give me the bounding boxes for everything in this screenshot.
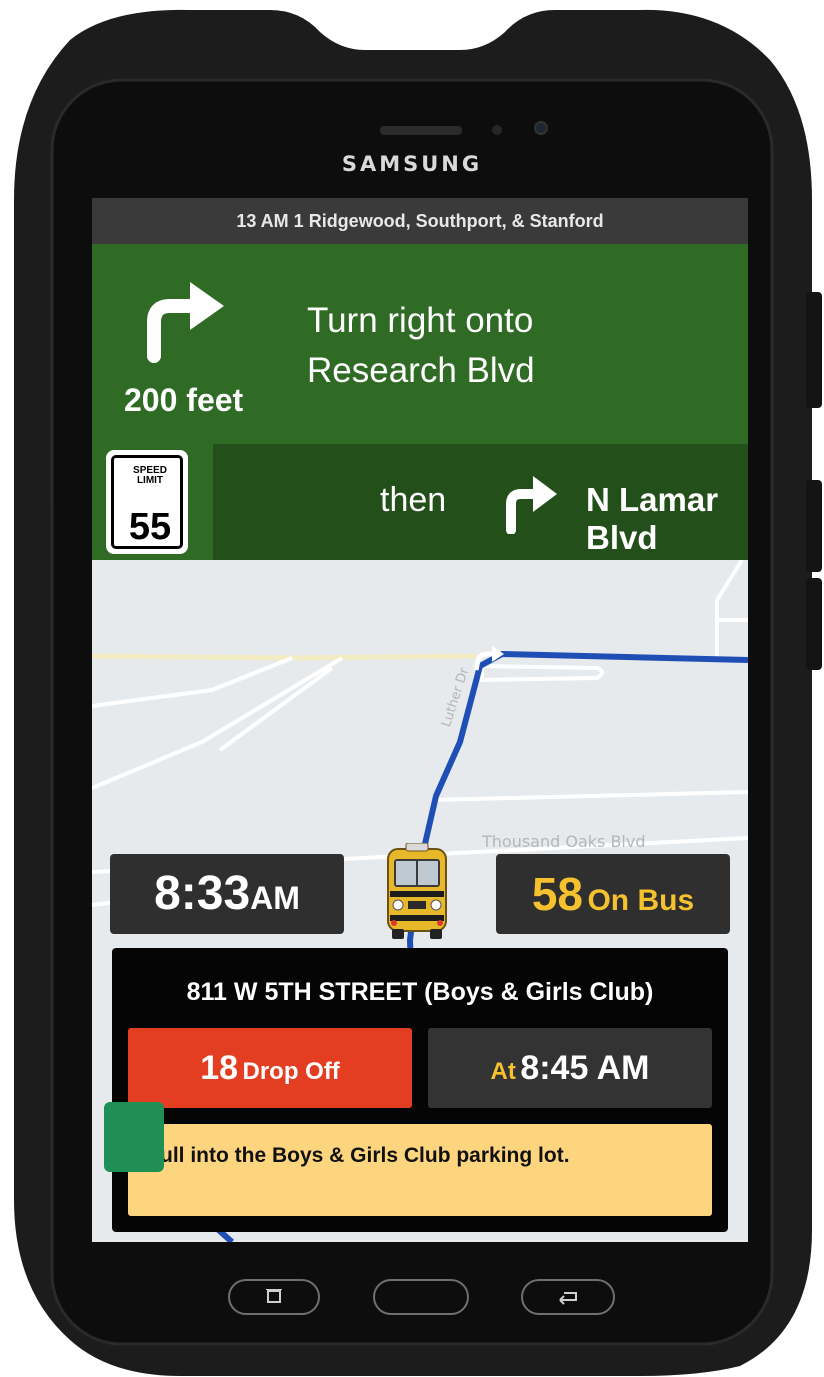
next-street-name: N Lamar Blvd — [586, 481, 719, 556]
back-icon — [559, 1292, 577, 1305]
recent-apps-icon — [266, 1289, 282, 1303]
speed-limit-sign: SPEED LIMIT 55 — [106, 450, 188, 554]
scheduled-time-badge: At 8:45 AM — [428, 1028, 712, 1108]
scheduled-time: 8:45 AM — [520, 1049, 650, 1087]
maneuver-distance: 200 feet — [124, 382, 244, 418]
home-button[interactable] — [373, 1279, 469, 1315]
side-action-tab[interactable] — [104, 1102, 164, 1172]
dropoff-badge[interactable]: 18 Drop Off — [128, 1028, 412, 1108]
stop-address: 811 W 5TH STREET (Boys & Girls Club) — [186, 978, 654, 1006]
stop-note: Pull into the Boys & Girls Club parking … — [128, 1124, 712, 1216]
street-label-thousand-oaks: Thousand Oaks Blvd — [482, 832, 646, 851]
turn-right-arrow-icon — [147, 282, 224, 363]
instruction-line-2: Research Blvd — [307, 351, 535, 390]
dropoff-count: 18 — [200, 1049, 239, 1087]
speed-limit-label-2: LIMIT — [136, 475, 164, 486]
next-maneuver-bar: then N Lamar Blvd — [213, 444, 748, 560]
next-maneuver-panel: SPEED LIMIT 55 then N Lamar Blvd — [92, 444, 748, 560]
speed-limit-value: 55 — [128, 506, 172, 548]
current-time-suffix: AM — [250, 880, 300, 916]
on-bus-counter: 58 On Bus — [496, 854, 730, 934]
dropoff-label: Drop Off — [242, 1058, 340, 1085]
stop-note-text: Pull into the Boys & Girls Club parking … — [146, 1144, 570, 1167]
at-label: At — [490, 1058, 516, 1085]
back-button[interactable] — [521, 1279, 615, 1315]
next-stop-panel[interactable]: 811 W 5TH STREET (Boys & Girls Club) 18 … — [112, 948, 728, 1232]
next-turn-right-arrow-icon — [506, 476, 557, 534]
recent-apps-button[interactable] — [228, 1279, 320, 1315]
route-name-bar: 13 AM 1 Ridgewood, Southport, & Stanford — [92, 198, 748, 244]
current-time: 8:33 — [154, 867, 251, 920]
on-bus-label: On Bus — [587, 884, 695, 917]
instruction-line-1: Turn right onto — [307, 301, 534, 340]
maneuver-panel: 200 feet Turn right onto Research Blvd — [92, 244, 748, 444]
on-bus-count: 58 — [531, 868, 584, 920]
brand-logo: SAMSUNG — [341, 152, 483, 176]
school-bus-icon — [387, 843, 447, 939]
then-label: then — [380, 481, 447, 519]
maneuver-instruction: Turn right onto Research Blvd — [307, 296, 727, 396]
app-screen: 13 AM 1 Ridgewood, Southport, & Stanford… — [92, 198, 748, 1242]
current-time-display: 8:33AM — [110, 854, 344, 934]
